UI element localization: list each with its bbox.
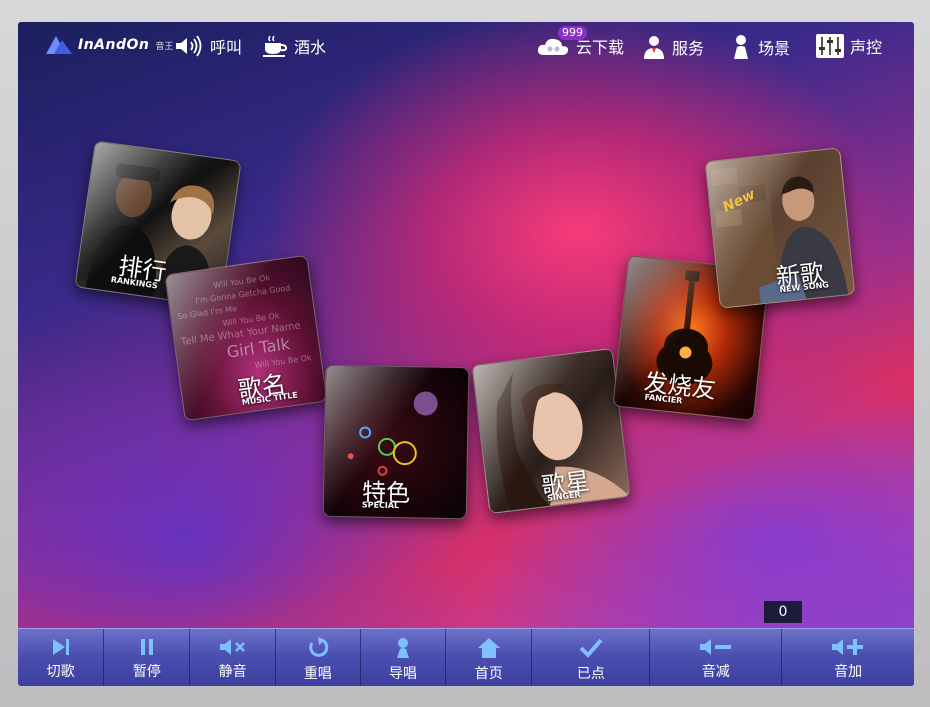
lyrics-cloud: Will You Be Ok I'm Gonna Getcha Good So … bbox=[173, 266, 321, 382]
home-button[interactable]: 首页 bbox=[446, 629, 533, 686]
ordered-songs-button[interactable]: 已点 bbox=[532, 629, 651, 686]
singer-tile[interactable]: 歌星 SINGER bbox=[471, 347, 631, 515]
mixer-icon bbox=[816, 34, 844, 58]
queue-count-display: 0 bbox=[764, 601, 802, 623]
home-label: 首页 bbox=[474, 666, 503, 682]
download-count-badge: 999 bbox=[558, 26, 587, 40]
ordered-label: 已点 bbox=[576, 666, 605, 682]
guide-vocal-button[interactable]: 导唱 bbox=[361, 629, 447, 686]
pause-label: 暂停 bbox=[132, 664, 161, 680]
brand-logo: InAndOn 音王 bbox=[44, 34, 173, 56]
coffee-cup-icon bbox=[263, 35, 288, 57]
person-icon bbox=[734, 35, 748, 59]
pause-button[interactable]: 暂停 bbox=[104, 629, 191, 686]
volume-up-icon bbox=[832, 639, 864, 655]
scene-label: 场景 bbox=[758, 39, 791, 58]
drinks-button[interactable]: 酒水 bbox=[262, 34, 326, 58]
call-button[interactable]: 呼叫 bbox=[174, 34, 242, 58]
service-button[interactable]: 服务 bbox=[642, 34, 704, 60]
volume-down-button[interactable]: 音减 bbox=[650, 629, 783, 686]
speaker-icon bbox=[176, 35, 202, 57]
replay-button[interactable]: 重唱 bbox=[276, 629, 361, 686]
music-title-tile[interactable]: Will You Be Ok I'm Gonna Getcha Good So … bbox=[164, 254, 328, 422]
brand-name: InAndOn bbox=[78, 37, 150, 53]
scene-button[interactable]: 场景 bbox=[730, 34, 790, 60]
home-icon bbox=[477, 638, 500, 658]
volume-down-label: 音减 bbox=[701, 664, 730, 680]
mute-label: 静音 bbox=[218, 664, 247, 680]
skip-next-icon bbox=[52, 639, 69, 655]
logo-icon bbox=[46, 36, 72, 54]
special-tile[interactable]: 特色 SPECIAL bbox=[322, 364, 470, 520]
sound-control-button[interactable]: 声控 bbox=[816, 34, 882, 58]
volume-up-label: 音加 bbox=[834, 664, 863, 680]
skip-label: 切歌 bbox=[46, 664, 75, 680]
waiter-icon bbox=[644, 36, 664, 59]
karaoke-screen: InAndOn 音王 呼叫 酒水 999 云下载 服务 场景 声控 排行 RAN… bbox=[18, 22, 914, 686]
bottom-control-bar: 切歌 暂停 静音 重唱 导唱 首页 已点 音减 音加 bbox=[18, 628, 914, 686]
call-label: 呼叫 bbox=[210, 38, 243, 57]
drinks-label: 酒水 bbox=[294, 38, 327, 57]
guide-vocal-label: 导唱 bbox=[389, 666, 418, 682]
pause-icon bbox=[140, 639, 153, 655]
skip-song-button[interactable]: 切歌 bbox=[18, 629, 105, 686]
mute-button[interactable]: 静音 bbox=[190, 629, 276, 686]
mute-icon bbox=[219, 639, 245, 655]
replay-label: 重唱 bbox=[303, 666, 332, 682]
special-subtitle: SPECIAL bbox=[361, 500, 400, 511]
replay-icon bbox=[309, 637, 329, 657]
top-bar: InAndOn 音王 呼叫 酒水 999 云下载 服务 场景 声控 bbox=[18, 22, 914, 78]
brand-sub: 音王 bbox=[155, 41, 174, 52]
service-label: 服务 bbox=[672, 39, 705, 58]
sound-control-label: 声控 bbox=[850, 38, 883, 57]
singer-icon bbox=[397, 638, 410, 658]
cloud-download-button[interactable]: 999 云下载 bbox=[536, 26, 624, 58]
new-song-tile[interactable]: New 新歌 NEW SONG bbox=[704, 147, 856, 309]
volume-up-button[interactable]: 音加 bbox=[782, 629, 914, 686]
volume-down-icon bbox=[699, 639, 731, 655]
checkmark-icon bbox=[579, 638, 603, 658]
